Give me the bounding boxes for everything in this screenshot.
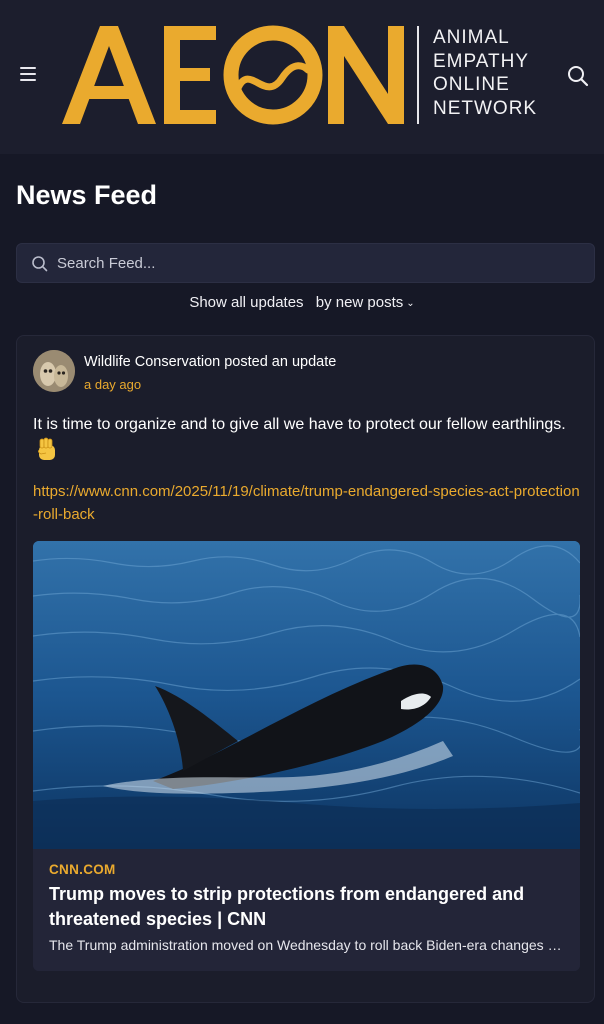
preview-title[interactable]: Trump moves to strip protections from en…: [49, 882, 569, 932]
site-header: ANIMAL EMPATHY ONLINE NETWORK: [0, 0, 604, 154]
logo-divider: [417, 26, 419, 124]
page-title: News Feed: [16, 180, 158, 210]
aeon-logo-icon: [62, 25, 404, 125]
post-header: Wildlife Conservation posted an update: [84, 354, 336, 370]
tagline-line: EMPATHY: [433, 50, 530, 72]
search-input[interactable]: [57, 244, 577, 282]
raised-fist-icon: [37, 437, 55, 460]
tagline-line: ANIMAL: [433, 27, 510, 48]
post-action: posted an update: [224, 354, 337, 370]
show-filter-select[interactable]: Show all updates: [189, 294, 303, 311]
activity-post-card: Wildlife Conservation posted an update a…: [16, 335, 595, 1003]
post-timestamp[interactable]: a day ago: [84, 377, 141, 392]
search-icon[interactable]: [566, 64, 590, 88]
link-preview-card[interactable]: CNN.COM Trump moves to strip protections…: [33, 541, 580, 971]
post-link[interactable]: https://www.cnn.com/2025/11/19/climate/t…: [33, 480, 581, 526]
site-logo[interactable]: ANIMAL EMPATHY ONLINE NETWORK: [60, 18, 550, 130]
search-field[interactable]: [16, 243, 595, 283]
preview-description: The Trump administration moved on Wednes…: [49, 937, 564, 953]
chevron-down-icon: ⌄: [406, 298, 415, 309]
preview-image: [33, 541, 580, 849]
tagline-line: NETWORK: [433, 97, 538, 119]
logo-tagline: ANIMAL EMPATHY ONLINE NETWORK: [433, 26, 563, 120]
preview-source: CNN.COM: [49, 862, 116, 877]
meerkat-avatar-icon: [33, 350, 75, 392]
sort-filter-select[interactable]: by new posts ⌄: [316, 294, 415, 311]
preview-body: CNN.COM Trump moves to strip protections…: [33, 849, 580, 971]
hamburger-menu-icon[interactable]: [18, 64, 38, 84]
tagline-line: ONLINE: [433, 74, 510, 95]
post-author[interactable]: Wildlife Conservation: [84, 354, 220, 370]
search-icon: [32, 256, 48, 272]
avatar[interactable]: [33, 350, 75, 392]
sort-filter-label: by new posts: [315, 294, 404, 311]
orca-image-icon: [33, 541, 580, 849]
feed-filters: Show all updates by new posts ⌄: [0, 294, 604, 314]
post-content: It is time to organize and to give all w…: [33, 416, 566, 433]
